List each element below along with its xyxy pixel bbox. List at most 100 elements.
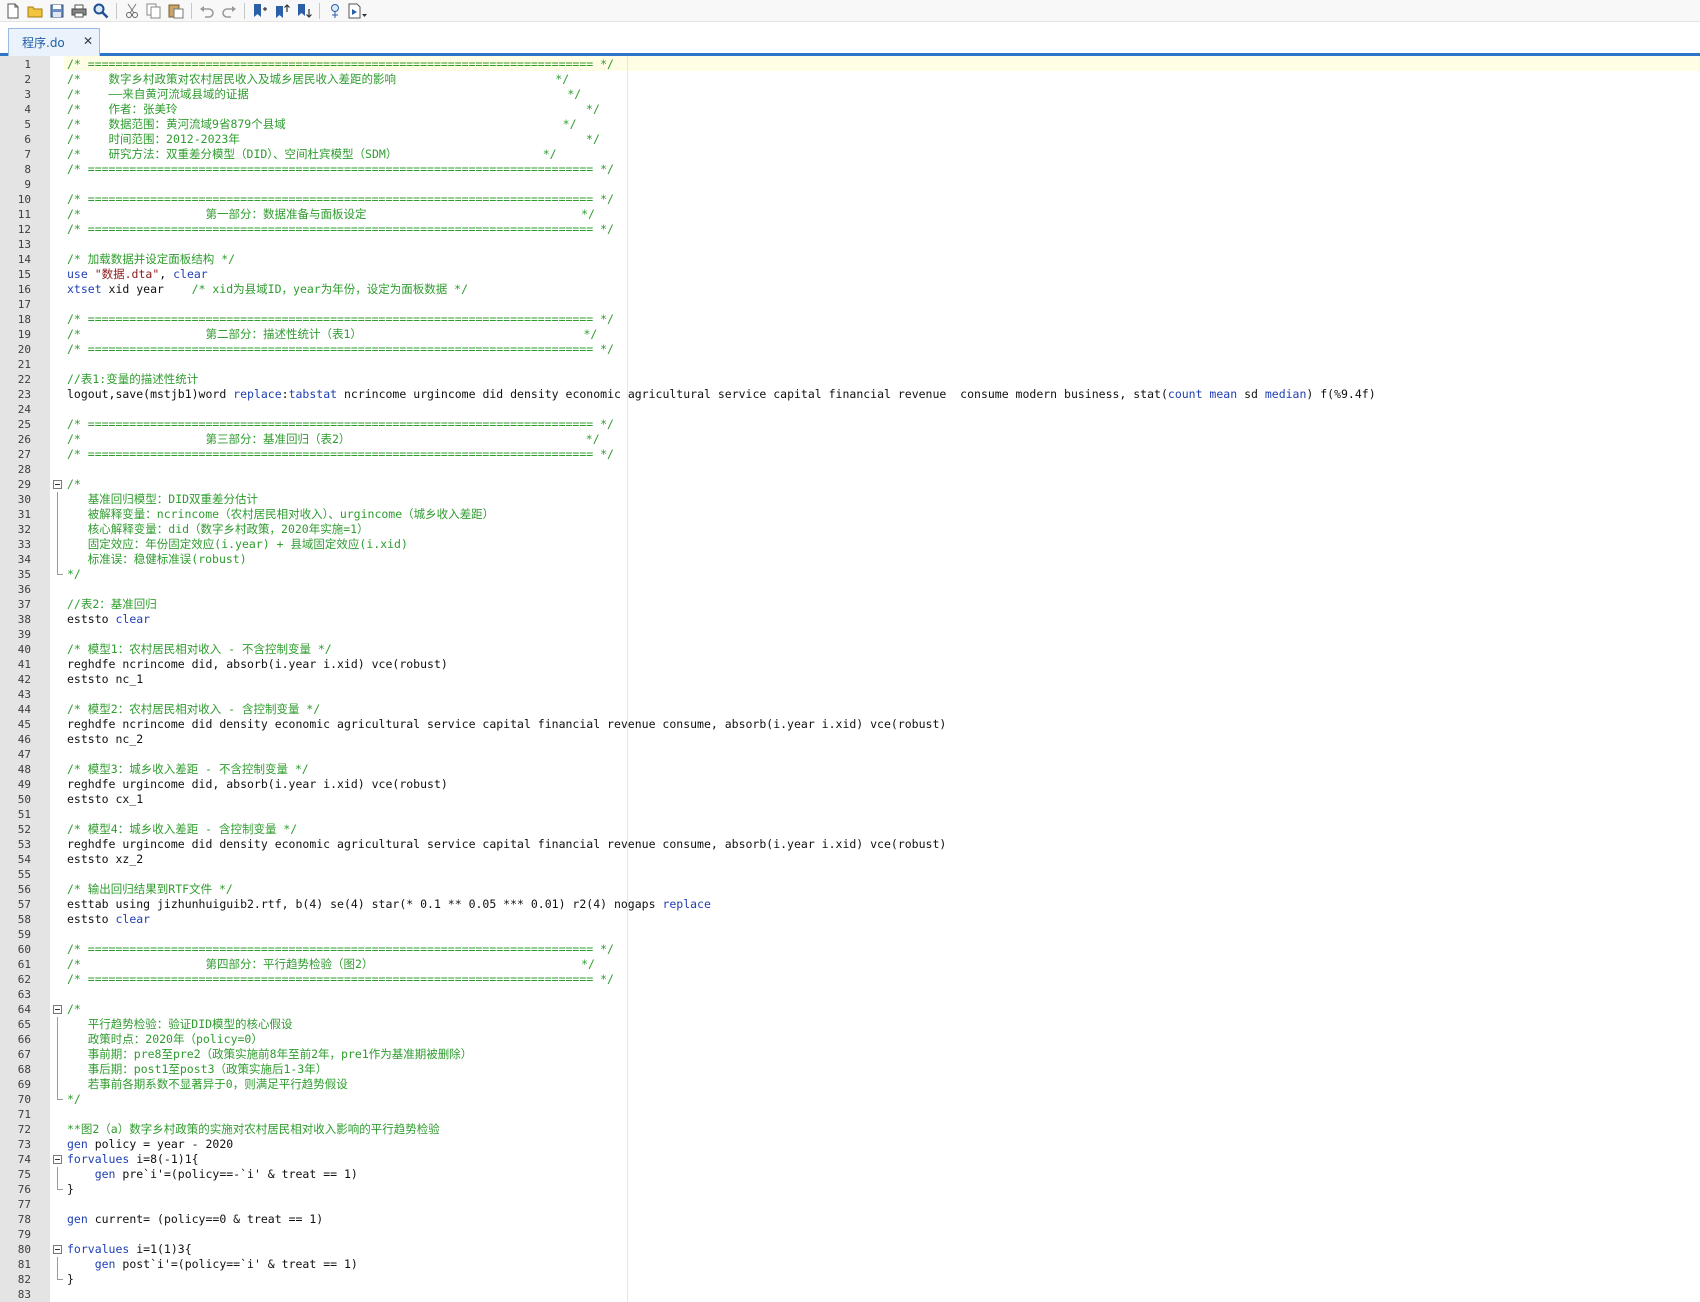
code-line[interactable]: 11 /* 第一部分：数据准备与面板设定 */ (0, 207, 1700, 222)
code-line[interactable]: 13 (0, 237, 1700, 252)
code-line[interactable]: 77 (0, 1197, 1700, 1212)
fold-toggle-icon[interactable] (53, 1155, 62, 1164)
code-line[interactable]: 39 (0, 627, 1700, 642)
code-line[interactable]: 27 /* ===================================… (0, 447, 1700, 462)
code-line[interactable]: 59 (0, 927, 1700, 942)
code-line[interactable]: 29 /* (0, 477, 1700, 492)
code-line[interactable]: 75 gen pre`i'=(policy==-`i' & treat == 1… (0, 1167, 1700, 1182)
code-line[interactable]: 58 eststo clear (0, 912, 1700, 927)
code-line[interactable]: 49 reghdfe urgincome did, absorb(i.year i… (0, 777, 1700, 792)
new-file-icon[interactable] (2, 1, 24, 21)
code-line[interactable]: 78 gen current= (policy==0 & treat == 1) (0, 1212, 1700, 1227)
code-line[interactable]: 61 /* 第四部分：平行趋势检验（图2） */ (0, 957, 1700, 972)
code-line[interactable]: 73 gen policy = year - 2020 (0, 1137, 1700, 1152)
find-icon[interactable] (90, 1, 112, 21)
fold-toggle-icon[interactable] (53, 1245, 62, 1254)
print-icon[interactable] (68, 1, 90, 21)
code-line[interactable]: 30 基准回归模型：DID双重差分估计 (0, 492, 1700, 507)
code-line[interactable]: 43 (0, 687, 1700, 702)
code-line[interactable]: 18 /* ===================================… (0, 312, 1700, 327)
code-line[interactable]: 47 (0, 747, 1700, 762)
code-line[interactable]: 37 //表2：基准回归 (0, 597, 1700, 612)
code-line[interactable]: 26 /* 第三部分：基准回归（表2） */ (0, 432, 1700, 447)
code-line[interactable]: 2 /* 数字乡村政策对农村居民收入及城乡居民收入差距的影响 */ (0, 72, 1700, 87)
code-line[interactable]: 22 //表1:变量的描述性统计 (0, 372, 1700, 387)
code-line[interactable]: 16 xtset xid year /* xid为县域ID，year为年份，设定为… (0, 282, 1700, 297)
tab-program-do[interactable]: 程序.do ✕ (8, 28, 100, 56)
code-line[interactable]: 23 logout,save(mstjb1)word replace:tabsta… (0, 387, 1700, 402)
code-line[interactable]: 19 /* 第二部分：描述性统计（表1） */ (0, 327, 1700, 342)
code-line[interactable]: 55 (0, 867, 1700, 882)
code-line[interactable]: 68 事后期：post1至post3（政策实施后1-3年） (0, 1062, 1700, 1077)
code-line[interactable]: 66 政策时点：2020年（policy=0） (0, 1032, 1700, 1047)
code-line[interactable]: 41 reghdfe ncrincome did, absorb(i.year i… (0, 657, 1700, 672)
code-line[interactable]: 4 /* 作者：张美玲 */ (0, 102, 1700, 117)
show-file-icon[interactable] (324, 1, 346, 21)
fold-toggle-icon[interactable] (53, 480, 62, 489)
code-line[interactable]: 32 核心解释变量：did（数字乡村政策，2020年实施=1） (0, 522, 1700, 537)
code-line[interactable]: 28 (0, 462, 1700, 477)
execute-do-icon[interactable] (346, 1, 368, 21)
code-line[interactable]: 42 eststo nc_1 (0, 672, 1700, 687)
code-line[interactable]: 21 (0, 357, 1700, 372)
save-icon[interactable] (46, 1, 68, 21)
code-line[interactable]: 44 /* 模型2：农村居民相对收入 - 含控制变量 */ (0, 702, 1700, 717)
code-line[interactable]: 72 **图2（a）数字乡村政策的实施对农村居民相对收入影响的平行趋势检验 (0, 1122, 1700, 1137)
code-editor[interactable]: 1 /* ====================================… (0, 56, 1700, 1302)
code-line[interactable]: 53 reghdfe urgincome did density economic… (0, 837, 1700, 852)
undo-icon[interactable] (196, 1, 218, 21)
code-line[interactable]: 7 /* 研究方法：双重差分模型（DID）、空间杜宾模型（SDM） */ (0, 147, 1700, 162)
code-line[interactable]: 76} (0, 1182, 1700, 1197)
code-line[interactable]: 50 eststo cx_1 (0, 792, 1700, 807)
code-line[interactable]: 63 (0, 987, 1700, 1002)
code-line[interactable]: 5 /* 数据范围：黄河流域9省879个县域 */ (0, 117, 1700, 132)
code-line[interactable]: 69 若事前各期系数不显著异于0，则满足平行趋势假设 (0, 1077, 1700, 1092)
code-line[interactable]: 81 gen post`i'=(policy==`i' & treat == 1… (0, 1257, 1700, 1272)
code-line[interactable]: 51 (0, 807, 1700, 822)
code-line[interactable]: 12 /* ===================================… (0, 222, 1700, 237)
code-line[interactable]: 3 /* ——来自黄河流域县域的证据 */ (0, 87, 1700, 102)
code-line[interactable]: 45 reghdfe ncrincome did density economic… (0, 717, 1700, 732)
close-icon[interactable]: ✕ (83, 34, 93, 48)
code-line[interactable]: 24 (0, 402, 1700, 417)
code-line[interactable]: 6 /* 时间范围：2012-2023年 */ (0, 132, 1700, 147)
code-line[interactable]: 83 (0, 1287, 1700, 1302)
code-line[interactable]: 71 (0, 1107, 1700, 1122)
code-line[interactable]: 62 /* ===================================… (0, 972, 1700, 987)
code-line[interactable]: 80 forvalues i=1(1)3{ (0, 1242, 1700, 1257)
code-line[interactable]: 40 /* 模型1：农村居民相对收入 - 不含控制变量 */ (0, 642, 1700, 657)
code-line[interactable]: 70 */ (0, 1092, 1700, 1107)
code-line[interactable]: 1 /* ====================================… (0, 57, 1700, 72)
code-line[interactable]: 79 (0, 1227, 1700, 1242)
open-folder-icon[interactable] (24, 1, 46, 21)
code-line[interactable]: 57 esttab using jizhunhuiguib2.rtf, b(4) … (0, 897, 1700, 912)
code-line[interactable]: 65 平行趋势检验：验证DID模型的核心假设 (0, 1017, 1700, 1032)
code-line[interactable]: 15 use "数据.dta", clear (0, 267, 1700, 282)
code-line[interactable]: 25 /* ===================================… (0, 417, 1700, 432)
code-line[interactable]: 8 /* ====================================… (0, 162, 1700, 177)
copy-icon[interactable] (143, 1, 165, 21)
fold-toggle-icon[interactable] (53, 1005, 62, 1014)
code-line[interactable]: 35 */ (0, 567, 1700, 582)
code-line[interactable]: 9 (0, 177, 1700, 192)
code-line[interactable]: 48 /* 模型3：城乡收入差距 - 不含控制变量 */ (0, 762, 1700, 777)
code-line[interactable]: 64 /* (0, 1002, 1700, 1017)
code-line[interactable]: 14 /* 加载数据并设定面板结构 */ (0, 252, 1700, 267)
code-line[interactable]: 67 事前期：pre8至pre2（政策实施前8年至前2年，pre1作为基准期被删… (0, 1047, 1700, 1062)
bookmark-toggle-icon[interactable] (249, 1, 271, 21)
code-line[interactable]: 34 标准误：稳健标准误(robust) (0, 552, 1700, 567)
code-line[interactable]: 54 eststo xz_2 (0, 852, 1700, 867)
redo-icon[interactable] (218, 1, 240, 21)
code-line[interactable]: 10 /* ===================================… (0, 192, 1700, 207)
code-line[interactable]: 20 /* ===================================… (0, 342, 1700, 357)
code-line[interactable]: 56 /* 输出回归结果到RTF文件 */ (0, 882, 1700, 897)
code-line[interactable]: 31 被解释变量：ncrincome（农村居民相对收入）、urgincome（城… (0, 507, 1700, 522)
cut-icon[interactable] (121, 1, 143, 21)
code-line[interactable]: 38 eststo clear (0, 612, 1700, 627)
code-line[interactable]: 52 /* 模型4：城乡收入差距 - 含控制变量 */ (0, 822, 1700, 837)
paste-icon[interactable] (165, 1, 187, 21)
bookmark-prev-icon[interactable] (271, 1, 293, 21)
code-line[interactable]: 46 eststo nc_2 (0, 732, 1700, 747)
bookmark-next-icon[interactable] (293, 1, 315, 21)
code-line[interactable]: 60 /* ===================================… (0, 942, 1700, 957)
